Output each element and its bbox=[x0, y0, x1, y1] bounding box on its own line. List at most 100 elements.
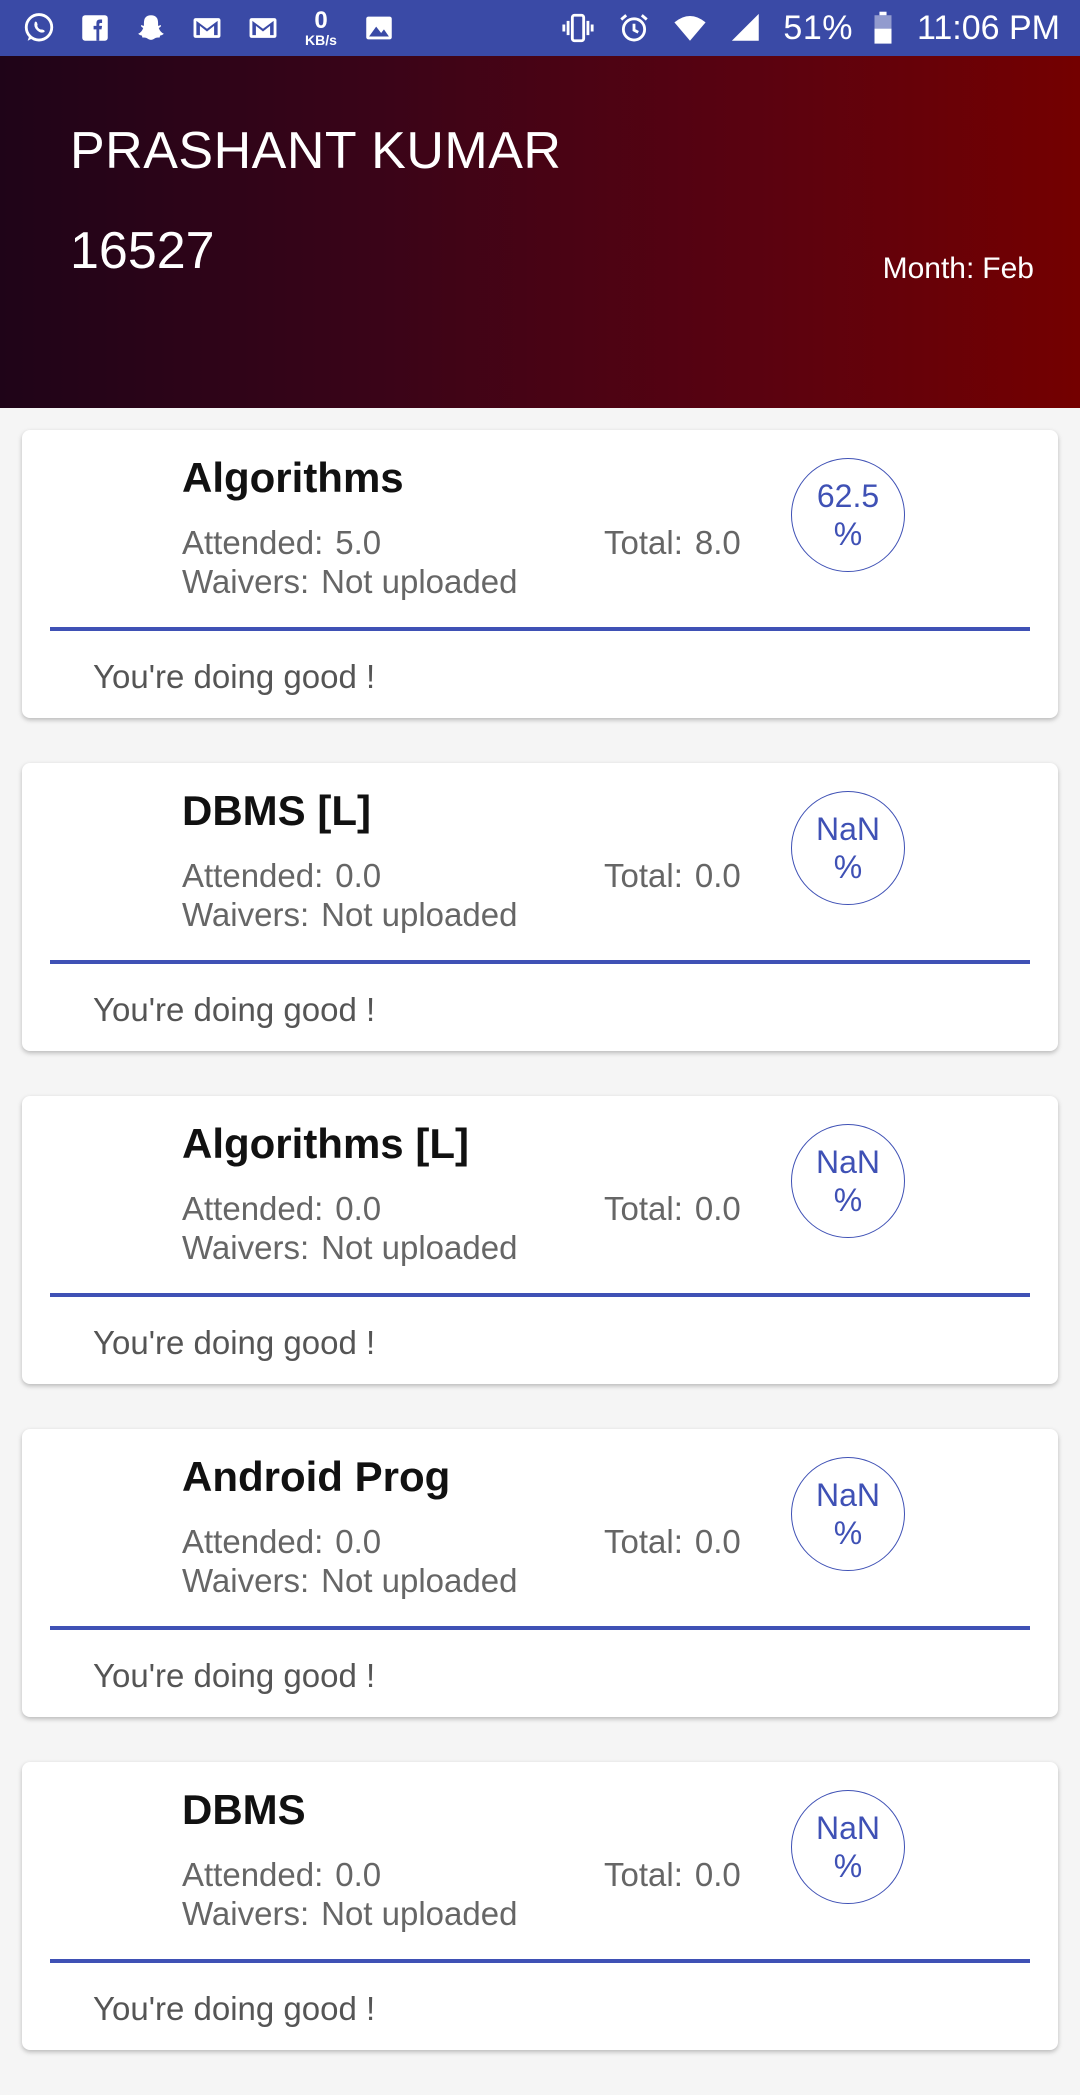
attendance-remark: You're doing good ! bbox=[93, 1324, 376, 1361]
waivers-stat: Waivers: Not uploaded bbox=[182, 896, 517, 934]
network-speed-indicator: 0 KB/s bbox=[300, 7, 342, 48]
facebook-icon bbox=[76, 9, 114, 47]
attended-label: Attended: bbox=[182, 1856, 324, 1893]
waivers-label: Waivers: bbox=[182, 1895, 310, 1932]
total-value: 0.0 bbox=[694, 1856, 741, 1893]
month-label: Month: bbox=[882, 252, 975, 285]
total-value: 0.0 bbox=[694, 1190, 741, 1227]
student-id: 16527 bbox=[70, 222, 215, 280]
attendance-remark: You're doing good ! bbox=[93, 658, 376, 695]
gmail-icon bbox=[244, 9, 282, 47]
card-divider bbox=[50, 627, 1030, 631]
battery-percent: 51% bbox=[783, 8, 853, 47]
course-card[interactable]: Algorithms [L] Attended: 0.0 Total: 0.0 Wa… bbox=[22, 1096, 1058, 1384]
waivers-label: Waivers: bbox=[182, 896, 310, 933]
wifi-icon bbox=[671, 9, 709, 47]
waivers-value: Not uploaded bbox=[321, 1229, 518, 1266]
card-divider bbox=[50, 1626, 1030, 1630]
percent-sign: % bbox=[833, 1848, 863, 1884]
attended-stat: Attended: 0.0 bbox=[182, 1856, 381, 1894]
card-divider bbox=[50, 1293, 1030, 1297]
attended-stat: Attended: 0.0 bbox=[182, 1190, 381, 1228]
cell-signal-icon bbox=[727, 9, 765, 47]
percentage-value: NaN bbox=[815, 1809, 880, 1846]
waivers-label: Waivers: bbox=[182, 1562, 310, 1599]
attendance-remark: You're doing good ! bbox=[93, 1657, 376, 1694]
attended-stat: Attended: 5.0 bbox=[182, 524, 381, 562]
attended-value: 5.0 bbox=[335, 524, 382, 561]
waivers-stat: Waivers: Not uploaded bbox=[182, 1895, 517, 1933]
attended-stat: Attended: 0.0 bbox=[182, 1523, 381, 1561]
course-name: Algorithms bbox=[182, 454, 404, 501]
waivers-value: Not uploaded bbox=[321, 896, 518, 933]
total-label: Total: bbox=[604, 1523, 683, 1560]
snapchat-icon bbox=[132, 9, 170, 47]
course-name: Android Prog bbox=[182, 1453, 451, 1500]
percentage-value: NaN bbox=[815, 1143, 880, 1180]
waivers-label: Waivers: bbox=[182, 563, 310, 600]
profile-header: PRASHANT KUMAR 16527 Month: Feb bbox=[0, 56, 1080, 408]
month-value: Feb bbox=[982, 252, 1034, 285]
attended-value: 0.0 bbox=[335, 1523, 382, 1560]
attendance-percentage-badge: NaN % bbox=[791, 1457, 905, 1571]
course-card[interactable]: DBMS [L] Attended: 0.0 Total: 0.0 Waivers:… bbox=[22, 763, 1058, 1051]
waivers-label: Waivers: bbox=[182, 1229, 310, 1266]
percentage-value: NaN bbox=[815, 1476, 880, 1513]
month-indicator: Month: Feb bbox=[883, 252, 1034, 286]
total-stat: Total: 0.0 bbox=[604, 857, 741, 895]
total-label: Total: bbox=[604, 1856, 683, 1893]
network-speed-unit: KB/s bbox=[305, 32, 337, 48]
total-label: Total: bbox=[604, 857, 683, 894]
percentage-value: 62.5 bbox=[816, 477, 880, 514]
total-value: 0.0 bbox=[694, 1523, 741, 1560]
total-label: Total: bbox=[604, 1190, 683, 1227]
gmail-icon bbox=[188, 9, 226, 47]
course-card[interactable]: Android Prog Attended: 0.0 Total: 0.0 Waiv… bbox=[22, 1429, 1058, 1717]
total-stat: Total: 8.0 bbox=[604, 524, 741, 562]
whatsapp-icon bbox=[20, 9, 58, 47]
waivers-value: Not uploaded bbox=[321, 1562, 518, 1599]
attendance-remark: You're doing good ! bbox=[93, 1990, 376, 2027]
total-stat: Total: 0.0 bbox=[604, 1190, 741, 1228]
waivers-stat: Waivers: Not uploaded bbox=[182, 1229, 517, 1267]
percent-sign: % bbox=[833, 1182, 863, 1218]
clock: 11:06 PM bbox=[916, 8, 1060, 47]
attended-label: Attended: bbox=[182, 1523, 324, 1560]
course-name: DBMS bbox=[182, 1786, 306, 1833]
notification-icons: 0 KB/s bbox=[20, 9, 559, 47]
course-card[interactable]: DBMS Attended: 0.0 Total: 0.0 Waivers: Not … bbox=[22, 1762, 1058, 2050]
waivers-stat: Waivers: Not uploaded bbox=[182, 563, 517, 601]
alarm-icon bbox=[615, 9, 653, 47]
status-bar: 0 KB/s 51% 11:06 PM bbox=[0, 0, 1080, 56]
total-stat: Total: 0.0 bbox=[604, 1856, 741, 1894]
attended-value: 0.0 bbox=[335, 857, 382, 894]
course-list[interactable]: Algorithms Attended: 5.0 Total: 8.0 Waiver… bbox=[22, 430, 1058, 2095]
percentage-value: NaN bbox=[815, 810, 880, 847]
attended-value: 0.0 bbox=[335, 1190, 382, 1227]
attended-label: Attended: bbox=[182, 857, 324, 894]
network-speed-value: 0 bbox=[314, 7, 328, 34]
attendance-remark: You're doing good ! bbox=[93, 991, 376, 1028]
attended-label: Attended: bbox=[182, 1190, 324, 1227]
system-status-icons: 51% 11:06 PM bbox=[559, 9, 1060, 48]
total-stat: Total: 0.0 bbox=[604, 1523, 741, 1561]
student-name: PRASHANT KUMAR bbox=[70, 122, 562, 180]
percent-sign: % bbox=[833, 849, 863, 885]
waivers-value: Not uploaded bbox=[321, 1895, 518, 1932]
total-label: Total: bbox=[604, 524, 683, 561]
card-divider bbox=[50, 1959, 1030, 1963]
course-card[interactable]: Algorithms Attended: 5.0 Total: 8.0 Waiver… bbox=[22, 430, 1058, 718]
percent-sign: % bbox=[833, 1515, 863, 1551]
attended-label: Attended: bbox=[182, 524, 324, 561]
waivers-stat: Waivers: Not uploaded bbox=[182, 1562, 517, 1600]
attendance-percentage-badge: NaN % bbox=[791, 1790, 905, 1904]
total-value: 0.0 bbox=[694, 857, 741, 894]
course-name: Algorithms [L] bbox=[182, 1120, 469, 1167]
waivers-value: Not uploaded bbox=[321, 563, 518, 600]
attendance-percentage-badge: NaN % bbox=[791, 1124, 905, 1238]
attendance-percentage-badge: NaN % bbox=[791, 791, 905, 905]
course-name: DBMS [L] bbox=[182, 787, 371, 834]
percent-sign: % bbox=[833, 516, 863, 552]
attended-value: 0.0 bbox=[335, 1856, 382, 1893]
total-value: 8.0 bbox=[694, 524, 741, 561]
